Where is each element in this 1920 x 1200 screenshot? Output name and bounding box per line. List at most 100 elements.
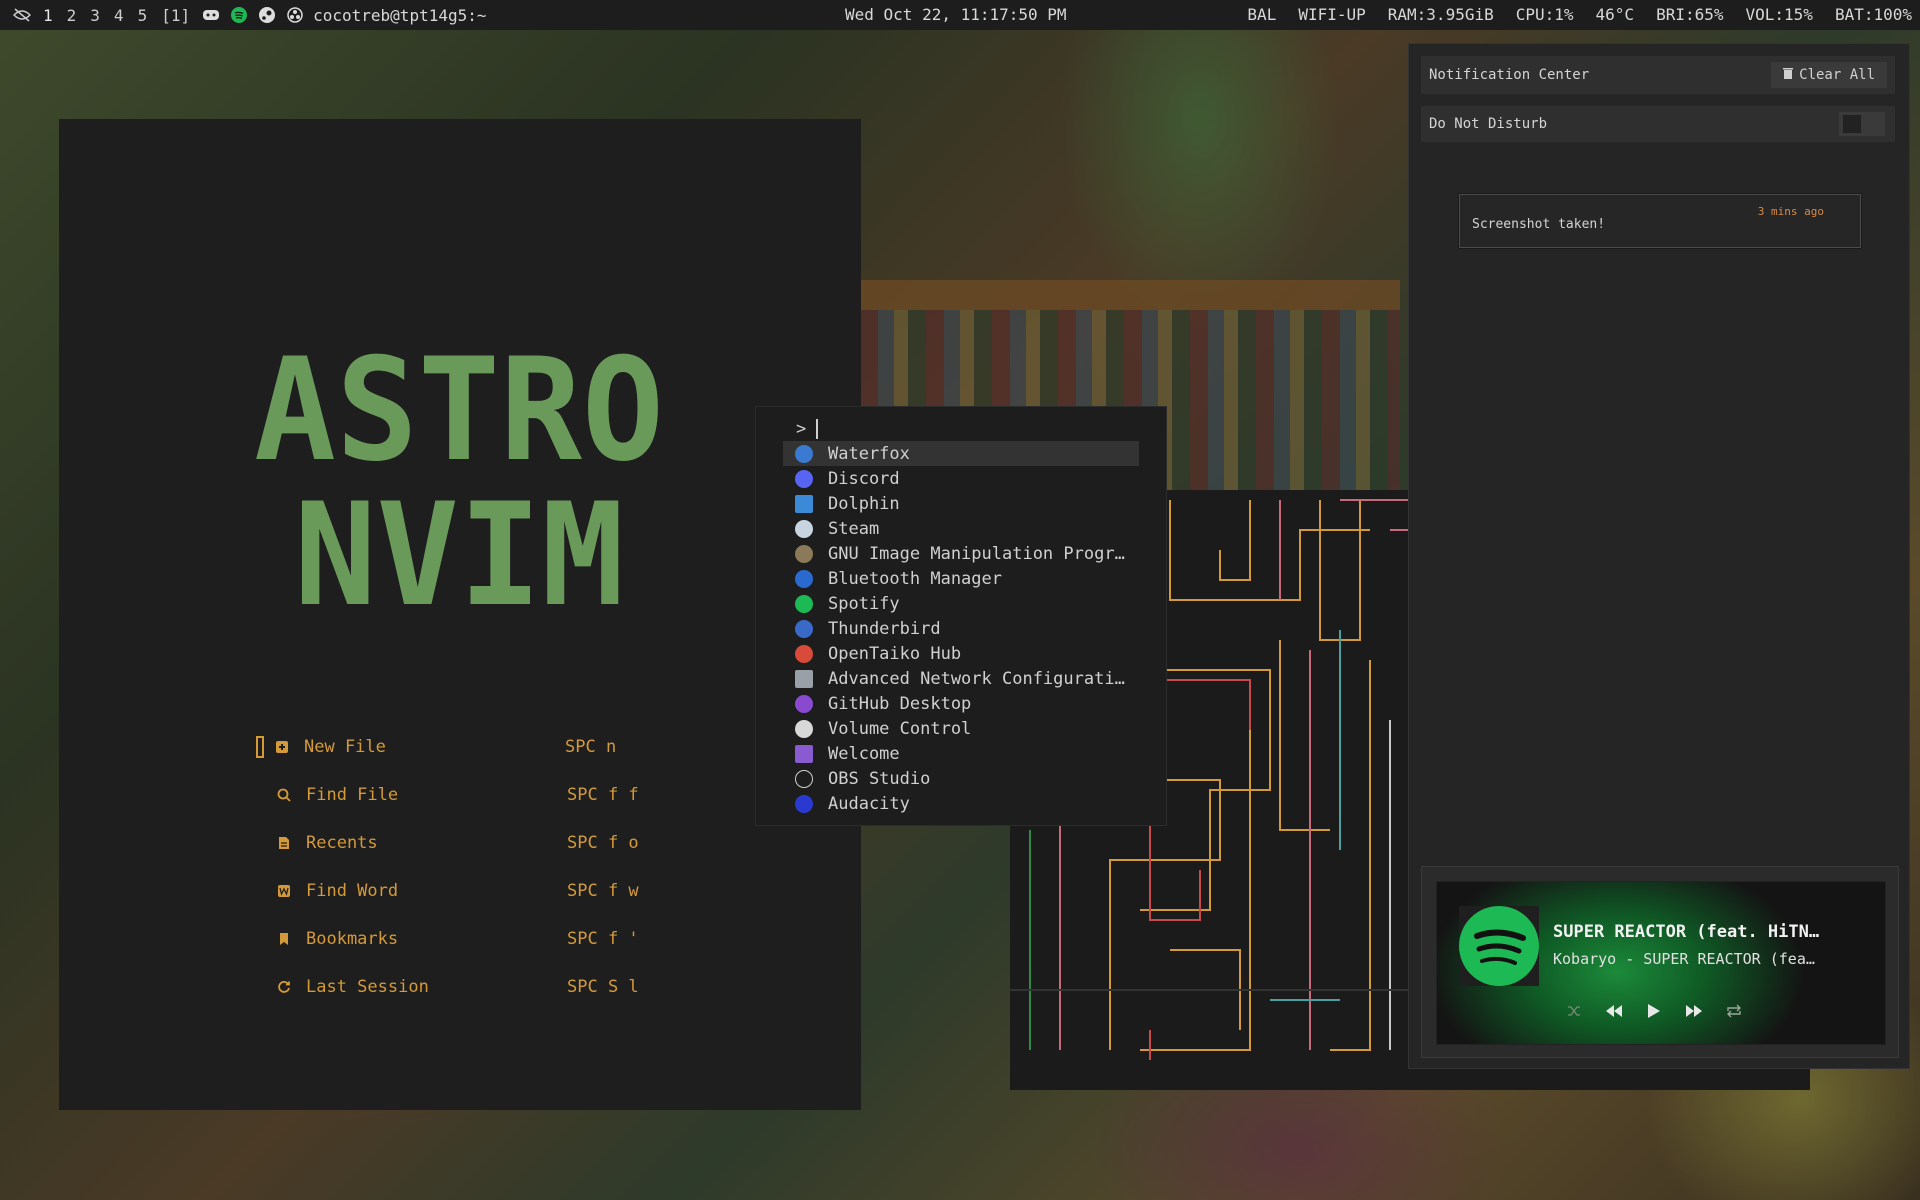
app-name: GNU Image Manipulation Progr… [828,543,1125,564]
app-name: Spotify [828,593,900,614]
menu-recents[interactable]: Recents SPC f o [256,819,656,867]
app-name: Welcome [828,743,900,764]
steam-icon [795,519,813,538]
network-icon [795,669,813,688]
obs-icon[interactable] [286,6,304,24]
launcher-item-bluetooth[interactable]: Bluetooth Manager [783,566,1139,591]
track-artist: Kobaryo - SUPER REACTOR (fea… [1553,950,1815,968]
media-player: SUPER REACTOR (feat. HiTN… Kobaryo - SUP… [1421,866,1899,1058]
menu-keybind: SPC f w [567,881,639,901]
menu-label: Find File [306,785,399,805]
launcher-item-welcome[interactable]: Welcome [783,741,1139,766]
launcher-item-thunderbird[interactable]: Thunderbird [783,616,1139,641]
app-name: Steam [828,518,880,539]
spotify-icon [795,594,813,613]
app-name: OpenTaiko Hub [828,643,962,664]
menu-new-file[interactable]: New File SPC n [256,723,656,771]
launcher-search[interactable]: > [796,419,819,439]
launcher-results: Waterfox Discord Dolphin Steam GNU Image… [783,441,1139,816]
top-bar: 1 2 3 4 5 [1] cocotreb@tpt14g5:~ Wed Oct… [0,0,1920,30]
prompt-symbol: > [796,419,807,439]
nc-title: Notification Center [1429,67,1590,83]
launcher-item-spotify[interactable]: Spotify [783,591,1139,616]
window-title: cocotreb@tpt14g5:~ [313,5,487,25]
launcher-item-obs[interactable]: OBS Studio [783,766,1139,791]
repeat-icon[interactable] [1723,1000,1745,1022]
menu-label: Recents [306,833,378,853]
audacity-icon [795,794,813,813]
status-volume[interactable]: VOL:15% [1746,5,1813,24]
status-battery: BAT:100% [1834,5,1912,24]
restore-icon [276,979,292,995]
menu-last-session[interactable]: Last Session SPC S l [256,963,656,1011]
menu-bookmarks[interactable]: Bookmarks SPC f ' [256,915,656,963]
document-icon [276,835,292,851]
status-brightness[interactable]: BRI:65% [1656,5,1723,24]
workspace-1[interactable]: 1 [36,6,60,25]
launcher-item-opentaiko[interactable]: OpenTaiko Hub [783,641,1139,666]
next-icon[interactable] [1683,1000,1705,1022]
status-area: BAL WIFI-UP RAM:3.95GiB CPU:1% 46°C BRI:… [1247,5,1912,24]
launcher-item-github[interactable]: GitHub Desktop [783,691,1139,716]
clear-all-button[interactable]: Clear All [1771,62,1887,88]
menu-keybind: SPC f o [567,833,639,853]
notification-time: 3 mins ago [1757,205,1824,218]
app-name: Advanced Network Configurati… [828,668,1125,689]
topbar-left: 1 2 3 4 5 [1] cocotreb@tpt14g5:~ [0,6,487,25]
status-cpu: CPU:1% [1515,5,1574,24]
launcher-item-discord[interactable]: Discord [783,466,1139,491]
launcher-item-waterfox[interactable]: Waterfox [783,441,1139,466]
notification-card[interactable]: 3 mins ago Screenshot taken! [1459,194,1861,248]
app-name: Audacity [828,793,910,814]
waterfox-icon [795,444,813,463]
app-name: Thunderbird [828,618,941,639]
github-icon [795,694,813,713]
launcher-item-gimp[interactable]: GNU Image Manipulation Progr… [783,541,1139,566]
layout-indicator[interactable]: [1] [154,6,197,25]
menu-find-word[interactable]: Find Word SPC f w [256,867,656,915]
status-wifi[interactable]: WIFI-UP [1298,5,1365,24]
app-name: Discord [828,468,900,489]
text-caret [816,419,819,439]
track-title: SUPER REACTOR (feat. HiTN… [1553,922,1820,942]
status-temp: 46°C [1595,5,1635,24]
workspace-4[interactable]: 4 [107,6,131,25]
player-controls [1563,1000,1745,1022]
launcher-item-steam[interactable]: Steam [783,516,1139,541]
previous-icon[interactable] [1603,1000,1625,1022]
status-power-profile[interactable]: BAL [1247,5,1276,24]
discord-icon[interactable] [202,6,220,24]
search-icon [276,787,292,803]
launcher-item-network[interactable]: Advanced Network Configurati… [783,666,1139,691]
cursor [256,736,264,758]
play-icon[interactable] [1643,1000,1665,1022]
launcher-item-audacity[interactable]: Audacity [783,791,1139,816]
menu-keybind: SPC f f [567,785,639,805]
nvim-window[interactable]: ASTRO NVIM New File SPC n Find File SPC … [59,119,861,1110]
workspace-5[interactable]: 5 [131,6,155,25]
shuffle-icon[interactable] [1563,1000,1585,1022]
notification-body: Screenshot taken! [1472,217,1606,232]
dnd-toggle[interactable] [1839,112,1885,136]
logo-line-2: NVIM [294,473,624,619]
dashboard-menu: New File SPC n Find File SPC f f Recents… [256,723,656,1011]
trash-icon [1783,67,1794,83]
logo-line-1: ASTRO [254,339,664,493]
workspace-2[interactable]: 2 [60,6,84,25]
spotify-icon[interactable] [230,6,248,24]
app-launcher[interactable]: > Waterfox Discord Dolphin Steam GNU Ima… [755,406,1167,826]
menu-find-file[interactable]: Find File SPC f f [256,771,656,819]
clear-all-label: Clear All [1799,67,1875,83]
clock[interactable]: Wed Oct 22, 11:17:50 PM [845,5,1067,24]
new-file-icon [274,739,290,755]
word-icon [276,883,292,899]
discord-icon [795,469,813,488]
steam-icon[interactable] [258,6,276,24]
menu-label: Last Session [306,977,429,997]
eye-off-icon[interactable] [13,6,31,24]
thunderbird-icon [795,619,813,638]
menu-label: Find Word [306,881,399,901]
launcher-item-volume[interactable]: Volume Control [783,716,1139,741]
launcher-item-dolphin[interactable]: Dolphin [783,491,1139,516]
workspace-3[interactable]: 3 [83,6,107,25]
